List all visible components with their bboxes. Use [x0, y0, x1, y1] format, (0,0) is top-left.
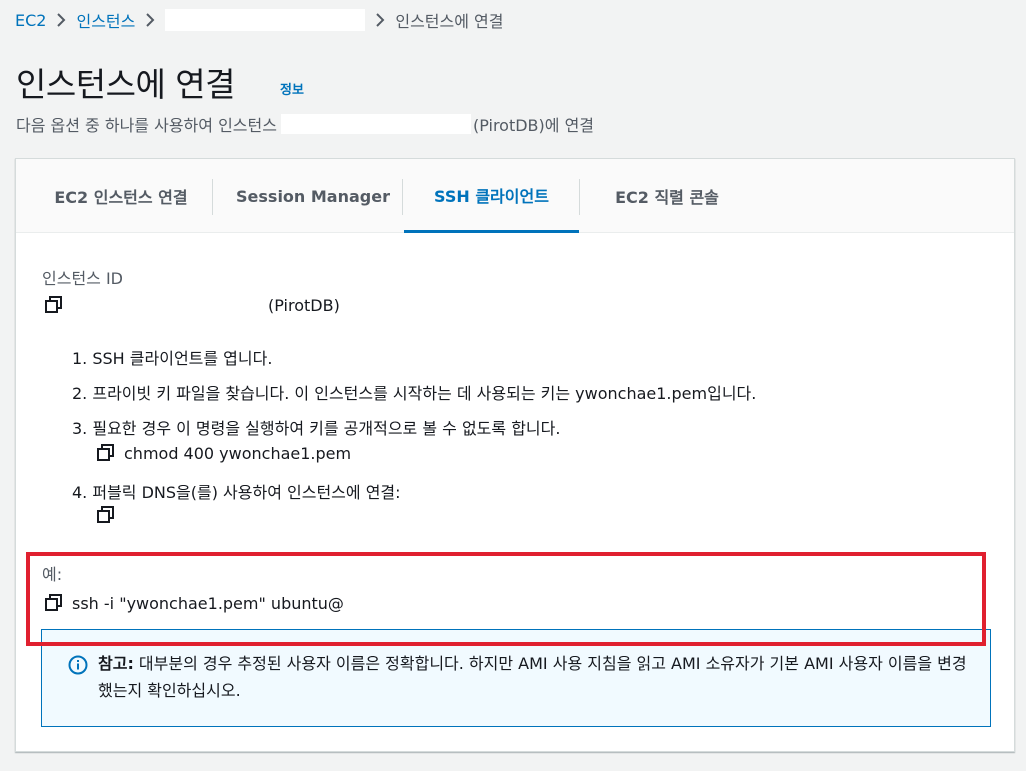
copy-icon[interactable] — [44, 295, 64, 315]
breadcrumb-instance-id-redacted[interactable] — [165, 9, 366, 31]
subtitle-suffix: (PirotDB)에 연결 — [472, 116, 595, 135]
connect-card: EC2 인스턴스 연결 Session Manager SSH 클라이언트 EC… — [15, 158, 1015, 752]
instance-name: (PirotDB) — [268, 295, 340, 315]
breadcrumb: EC2 인스턴스 인스턴스에 연결 — [15, 8, 504, 32]
step-4: 4. 퍼블릭 DNS을(를) 사용하여 인스턴스에 연결: — [72, 483, 401, 502]
instance-id-redacted — [76, 295, 266, 315]
subtitle-prefix: 다음 옵션 중 하나를 사용하여 인스턴스 — [16, 116, 277, 135]
tab-divider — [212, 179, 213, 215]
breadcrumb-current: 인스턴스에 연결 — [395, 12, 504, 31]
step-2: 2. 프라이빗 키 파일을 찾습니다. 이 인스턴스를 시작하는 데 사용되는 … — [72, 384, 757, 403]
chmod-command-row: chmod 400 ywonchae1.pem — [96, 443, 351, 463]
tab-divider — [402, 179, 403, 215]
tab-divider — [579, 179, 580, 215]
subtitle-instance-id-redacted — [280, 114, 471, 134]
tab-ec2-serial-console[interactable]: EC2 직렬 콘솔 — [594, 159, 740, 233]
breadcrumb-instances[interactable]: 인스턴스 — [76, 8, 135, 32]
tab-bar: EC2 인스턴스 연결 Session Manager SSH 클라이언트 EC… — [16, 159, 1014, 233]
chevron-right-icon — [376, 13, 385, 27]
copy-icon[interactable] — [44, 593, 64, 613]
example-label: 예: — [42, 565, 63, 584]
tab-ec2-instance-connect[interactable]: EC2 인스턴스 연결 — [28, 159, 214, 233]
ssh-command: ssh -i "ywonchae1.pem" ubuntu@ — [72, 593, 344, 613]
note-text: 참고: 대부분의 경우 추정된 사용자 이름은 정확합니다. 하지만 AMI 사… — [98, 650, 968, 704]
note-bold: 참고: — [98, 654, 134, 673]
page-subtitle: 다음 옵션 중 하나를 사용하여 인스턴스 (PirotDB)에 연결 — [16, 112, 594, 136]
step-3: 3. 필요한 경우 이 명령을 실행하여 키를 공개적으로 볼 수 없도록 합니… — [72, 419, 561, 438]
info-icon — [68, 655, 88, 675]
step-1: 1. SSH 클라이언트를 엽니다. — [72, 349, 273, 368]
chevron-right-icon — [57, 13, 66, 27]
tab-session-manager[interactable]: Session Manager — [228, 159, 398, 233]
dns-command-row — [96, 505, 116, 525]
note-alert: 참고: 대부분의 경우 추정된 사용자 이름은 정확합니다. 하지만 AMI 사… — [41, 629, 991, 727]
chmod-command: chmod 400 ywonchae1.pem — [124, 443, 352, 463]
info-link[interactable]: 정보 — [280, 79, 304, 98]
chevron-right-icon — [146, 13, 155, 27]
instance-id-row: (PirotDB) — [44, 295, 340, 315]
note-body: 대부분의 경우 추정된 사용자 이름은 정확합니다. 하지만 AMI 사용 지침… — [98, 654, 967, 700]
copy-icon[interactable] — [96, 443, 116, 463]
breadcrumb-ec2[interactable]: EC2 — [15, 11, 46, 30]
page-title: 인스턴스에 연결 — [16, 65, 236, 104]
copy-icon[interactable] — [96, 505, 116, 525]
tab-ssh-client[interactable]: SSH 클라이언트 — [404, 159, 579, 233]
instance-id-label: 인스턴스 ID — [42, 269, 124, 288]
ssh-command-row: ssh -i "ywonchae1.pem" ubuntu@ — [44, 593, 344, 613]
